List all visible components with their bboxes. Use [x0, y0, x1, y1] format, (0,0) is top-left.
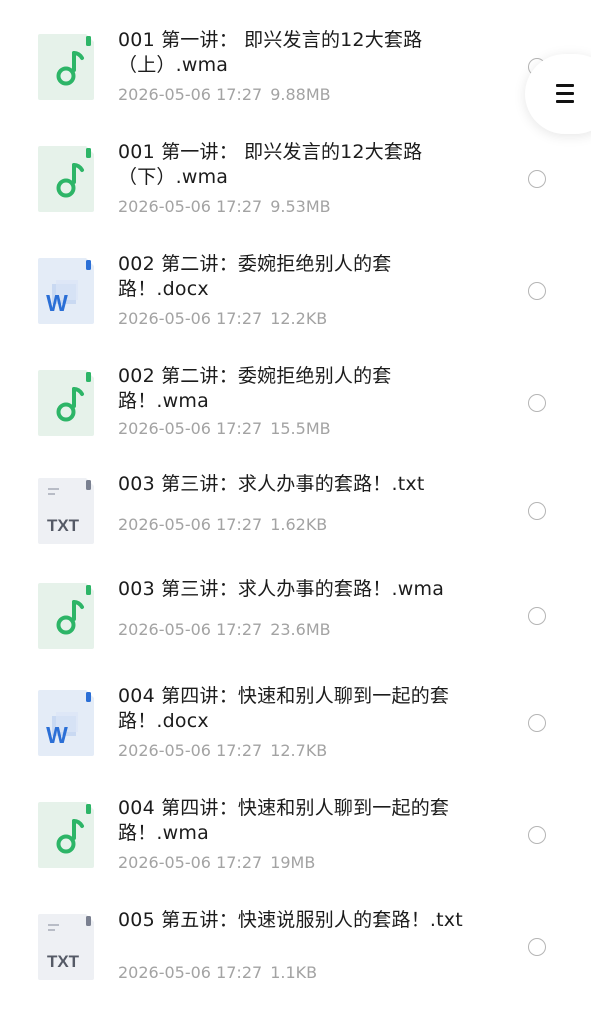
select-radio[interactable]: [528, 170, 546, 188]
select-radio[interactable]: [528, 394, 546, 412]
file-name: 004 第四讲：快速和别人聊到一起的套路！.wma: [118, 797, 450, 844]
hamburger-menu-icon: [556, 84, 574, 104]
file-size: 12.7KB: [270, 741, 328, 760]
file-date: 2026-05-06 17:27: [118, 515, 263, 534]
select-radio[interactable]: [528, 826, 546, 844]
select-radio[interactable]: [528, 282, 546, 300]
file-meta: 2026-05-06 17:27 9.88MB: [118, 85, 331, 105]
word-document-icon: W: [38, 690, 94, 756]
file-date: 2026-05-06 17:27: [118, 620, 263, 639]
music-file-icon: [38, 370, 94, 436]
file-name: 003 第三讲：求人办事的套路！.wma: [118, 578, 445, 600]
file-meta: 2026-05-06 17:27 19MB: [118, 853, 315, 873]
select-radio[interactable]: [528, 938, 546, 956]
select-radio[interactable]: [528, 714, 546, 732]
file-size: 9.53MB: [270, 197, 331, 216]
file-date: 2026-05-06 17:27: [118, 741, 263, 760]
file-size: 15.5MB: [270, 419, 331, 438]
file-name: 002 第二讲：委婉拒绝别人的套路！.wma: [118, 365, 392, 412]
select-radio[interactable]: [528, 502, 546, 520]
file-date: 2026-05-06 17:27: [118, 197, 263, 216]
file-date: 2026-05-06 17:27: [118, 853, 263, 872]
txt-icon-label: TXT: [47, 952, 80, 971]
file-date: 2026-05-06 17:27: [118, 963, 263, 982]
music-file-icon: [38, 34, 94, 100]
file-size: 1.62KB: [270, 515, 328, 534]
file-meta: 2026-05-06 17:27 12.2KB: [118, 309, 327, 329]
file-list: 001 第一讲： 即兴发言的12大套路（上）.wma 2026-05-06 17…: [0, 0, 591, 1024]
file-name: 003 第三讲：求人办事的套路！.txt: [118, 473, 425, 495]
file-date: 2026-05-06 17:27: [118, 309, 263, 328]
file-name: 004 第四讲：快速和别人聊到一起的套路！.docx: [118, 685, 450, 732]
file-meta: 2026-05-06 17:27 23.6MB: [118, 620, 331, 640]
text-file-icon: TXT: [38, 478, 94, 544]
word-icon-label: W: [46, 722, 68, 748]
file-name: 005 第五讲：快速说服别人的套路！.txt: [118, 909, 463, 931]
word-document-icon: W: [38, 258, 94, 324]
txt-icon-label: TXT: [47, 516, 80, 535]
file-meta: 2026-05-06 17:27 12.7KB: [118, 741, 327, 761]
file-name: 001 第一讲： 即兴发言的12大套路（下）.wma: [118, 141, 423, 188]
file-meta: 2026-05-06 17:27 15.5MB: [118, 419, 331, 439]
select-radio[interactable]: [528, 607, 546, 625]
file-meta: 2026-05-06 17:27 1.62KB: [118, 515, 327, 535]
music-file-icon: [38, 802, 94, 868]
file-meta: 2026-05-06 17:27 9.53MB: [118, 197, 331, 217]
file-size: 12.2KB: [270, 309, 328, 328]
word-icon-label: W: [46, 290, 68, 316]
file-name: 001 第一讲： 即兴发言的12大套路（上）.wma: [118, 29, 423, 76]
file-date: 2026-05-06 17:27: [118, 419, 263, 438]
text-file-icon: TXT: [38, 914, 94, 980]
file-size: 1.1KB: [270, 963, 318, 982]
music-file-icon: [38, 146, 94, 212]
file-size: 23.6MB: [270, 620, 331, 639]
file-meta: 2026-05-06 17:27 1.1KB: [118, 963, 317, 983]
file-date: 2026-05-06 17:27: [118, 85, 263, 104]
music-file-icon: [38, 583, 94, 649]
file-size: 19MB: [270, 853, 316, 872]
file-name: 002 第二讲：委婉拒绝别人的套路！.docx: [118, 253, 392, 300]
file-size: 9.88MB: [270, 85, 331, 104]
